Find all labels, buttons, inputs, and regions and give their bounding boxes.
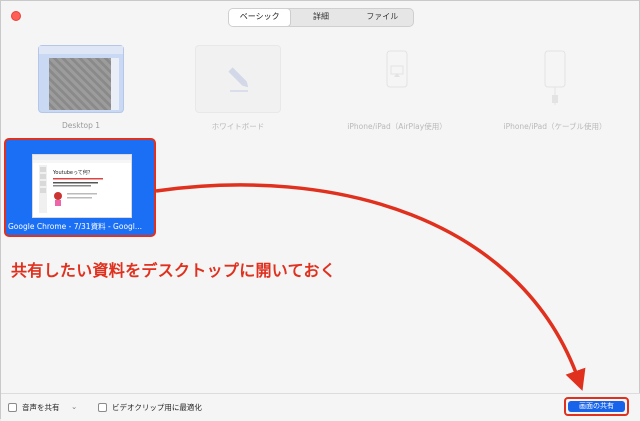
share-button-highlight: 画面の共有 <box>564 397 629 416</box>
share-screen-button[interactable]: 画面の共有 <box>568 401 625 412</box>
annotation-arrow <box>155 183 586 391</box>
share-screen-window: ベーシック 詳細 ファイル Desktop 1 ホワイトボード iPhone/i… <box>0 0 640 421</box>
share-audio-checkbox[interactable] <box>8 403 17 412</box>
optimize-video-checkbox[interactable] <box>98 403 107 412</box>
share-audio-label: 音声を共有 <box>22 403 60 412</box>
chevron-down-icon[interactable]: ⌄ <box>71 402 77 411</box>
bottom-toolbar: 音声を共有 ⌄ ビデオクリップ用に最適化 <box>1 393 640 421</box>
optimize-video-label: ビデオクリップ用に最適化 <box>112 403 202 412</box>
